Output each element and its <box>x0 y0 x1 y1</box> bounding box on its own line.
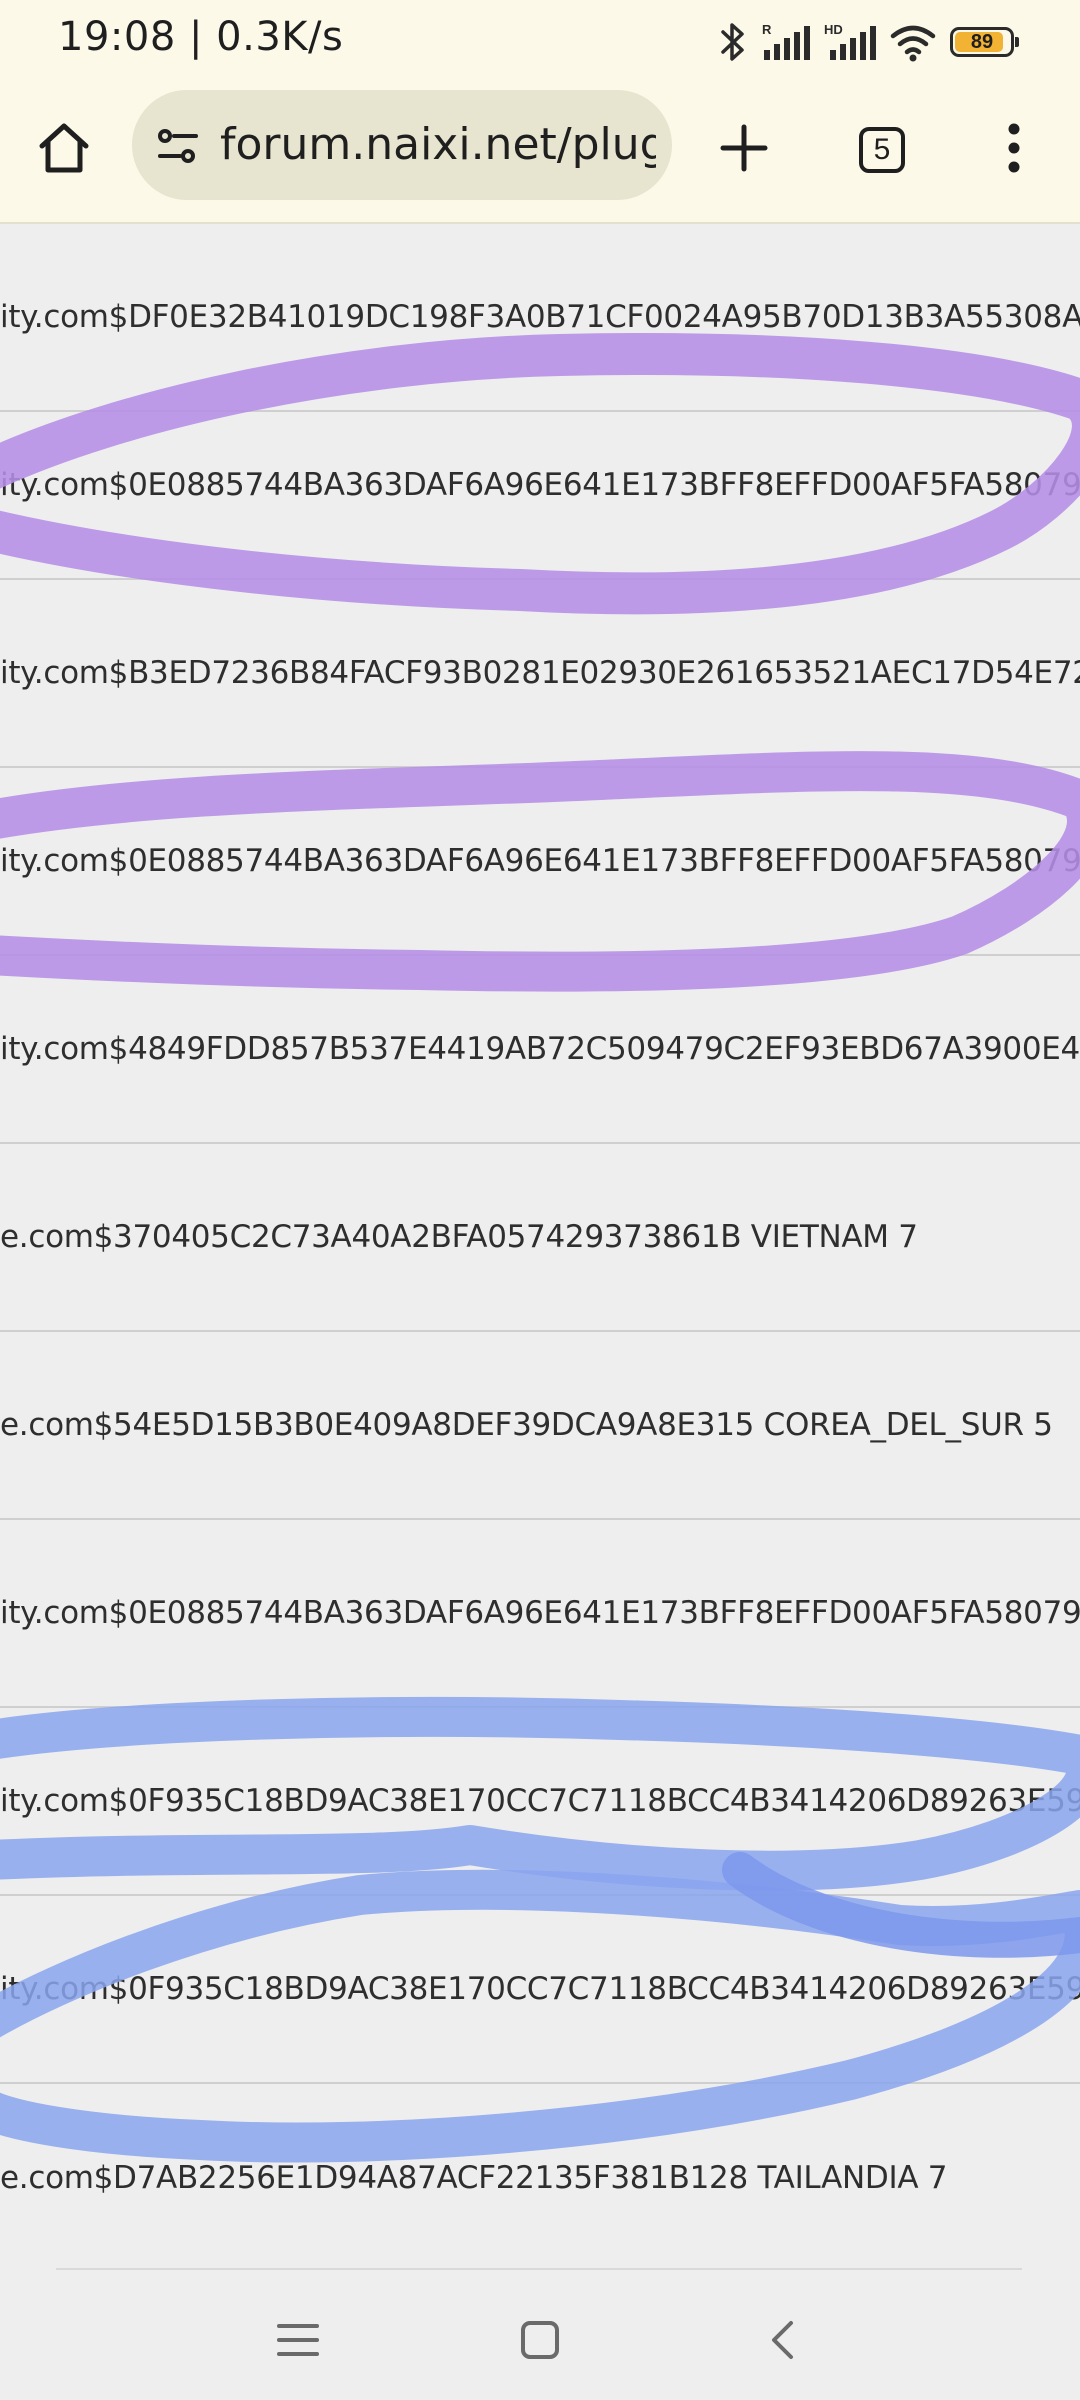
tune-icon[interactable] <box>156 126 200 170</box>
battery-icon: 89 <box>950 27 1019 57</box>
tab-switcher-icon: 5 <box>859 127 905 173</box>
signal-r-icon: R <box>760 22 810 62</box>
list-item-text: ity.com$0E0885744BA363DAF6A96E641E173BFF… <box>0 467 1080 503</box>
nav-divider <box>56 2268 1022 2270</box>
status-bar: 19:08 | 0.3K/s R HD 89 <box>0 0 1080 84</box>
list-item-text: ity.com$DF0E32B41019DC198F3A0B71CF0024A9… <box>0 299 1080 335</box>
list-item-text: e.com$D7AB2256E1D94A87ACF22135F381B128 T… <box>0 2160 948 2196</box>
battery-level: 89 <box>970 31 994 53</box>
signal-hd-label: HD <box>824 22 843 37</box>
list-item-text: e.com$370405C2C73A40A2BFA057429373861B V… <box>0 1219 918 1255</box>
square-icon <box>520 2320 560 2364</box>
status-icons: R HD 89 <box>720 18 1019 66</box>
wifi-icon <box>890 22 936 62</box>
list-item: ity.com$0F935C18BD9AC38E170CC7C7118BCC4B… <box>0 1896 1080 2084</box>
menu-button[interactable] <box>978 114 1050 186</box>
bluetooth-icon <box>720 22 746 62</box>
more-vert-icon <box>1004 122 1024 178</box>
list-item: ity.com$0F935C18BD9AC38E170CC7C7118BCC4B… <box>0 1708 1080 1896</box>
list-item-text: ity.com$0F935C18BD9AC38E170CC7C7118BCC4B… <box>0 1783 1080 1819</box>
list-item-text: ity.com$0F935C18BD9AC38E170CC7C7118BCC4B… <box>0 1971 1080 2007</box>
nav-back-button[interactable] <box>742 2302 822 2382</box>
list-item: e.com$370405C2C73A40A2BFA057429373861B V… <box>0 1144 1080 1332</box>
signal-hd-icon: HD <box>824 22 876 62</box>
tab-switcher-button[interactable]: 5 <box>846 114 918 186</box>
list-item-text: ity.com$0E0885744BA363DAF6A96E641E173BFF… <box>0 1595 1080 1631</box>
list-item-text: ity.com$0E0885744BA363DAF6A96E641E173BFF… <box>0 843 1080 879</box>
back-icon <box>767 2320 797 2364</box>
list-item-text: e.com$54E5D15B3B0E409A8DEF39DCA9A8E315 C… <box>0 1407 1053 1443</box>
nav-menu-button[interactable] <box>258 2302 338 2382</box>
list-item-text: ity.com$B3ED7236B84FACF93B0281E02930E261… <box>0 655 1080 691</box>
list-item: ity.com$B3ED7236B84FACF93B0281E02930E261… <box>0 580 1080 768</box>
list-item: ity.com$0E0885744BA363DAF6A96E641E173BFF… <box>0 1520 1080 1708</box>
list-item: ity.com$DF0E32B41019DC198F3A0B71CF0024A9… <box>0 224 1080 412</box>
system-nav-bar <box>0 2262 1080 2400</box>
list-item-text: ity.com$4849FDD857B537E4419AB72C509479C2… <box>0 1031 1080 1067</box>
url-text[interactable]: forum.naixi.net/plugir <box>220 120 656 170</box>
list-item: ity.com$0E0885744BA363DAF6A96E641E173BFF… <box>0 392 1080 580</box>
plus-icon <box>719 123 769 177</box>
list-item: ity.com$0E0885744BA363DAF6A96E641E173BFF… <box>0 768 1080 956</box>
home-icon <box>36 120 92 180</box>
browser-toolbar: forum.naixi.net/plugir 5 <box>0 84 1080 224</box>
nav-home-button[interactable] <box>500 2302 580 2382</box>
new-tab-button[interactable] <box>708 114 780 186</box>
list-item: e.com$54E5D15B3B0E409A8DEF39DCA9A8E315 C… <box>0 1332 1080 1520</box>
status-time: 19:08 | 0.3K/s <box>58 14 344 60</box>
list-item: ity.com$4849FDD857B537E4419AB72C509479C2… <box>0 956 1080 1144</box>
menu-icon <box>277 2322 319 2362</box>
signal-r-label: R <box>762 22 772 37</box>
list-item: e.com$D7AB2256E1D94A87ACF22135F381B128 T… <box>0 2084 1080 2272</box>
address-bar[interactable]: forum.naixi.net/plugir <box>132 90 672 200</box>
home-button[interactable] <box>28 114 100 186</box>
